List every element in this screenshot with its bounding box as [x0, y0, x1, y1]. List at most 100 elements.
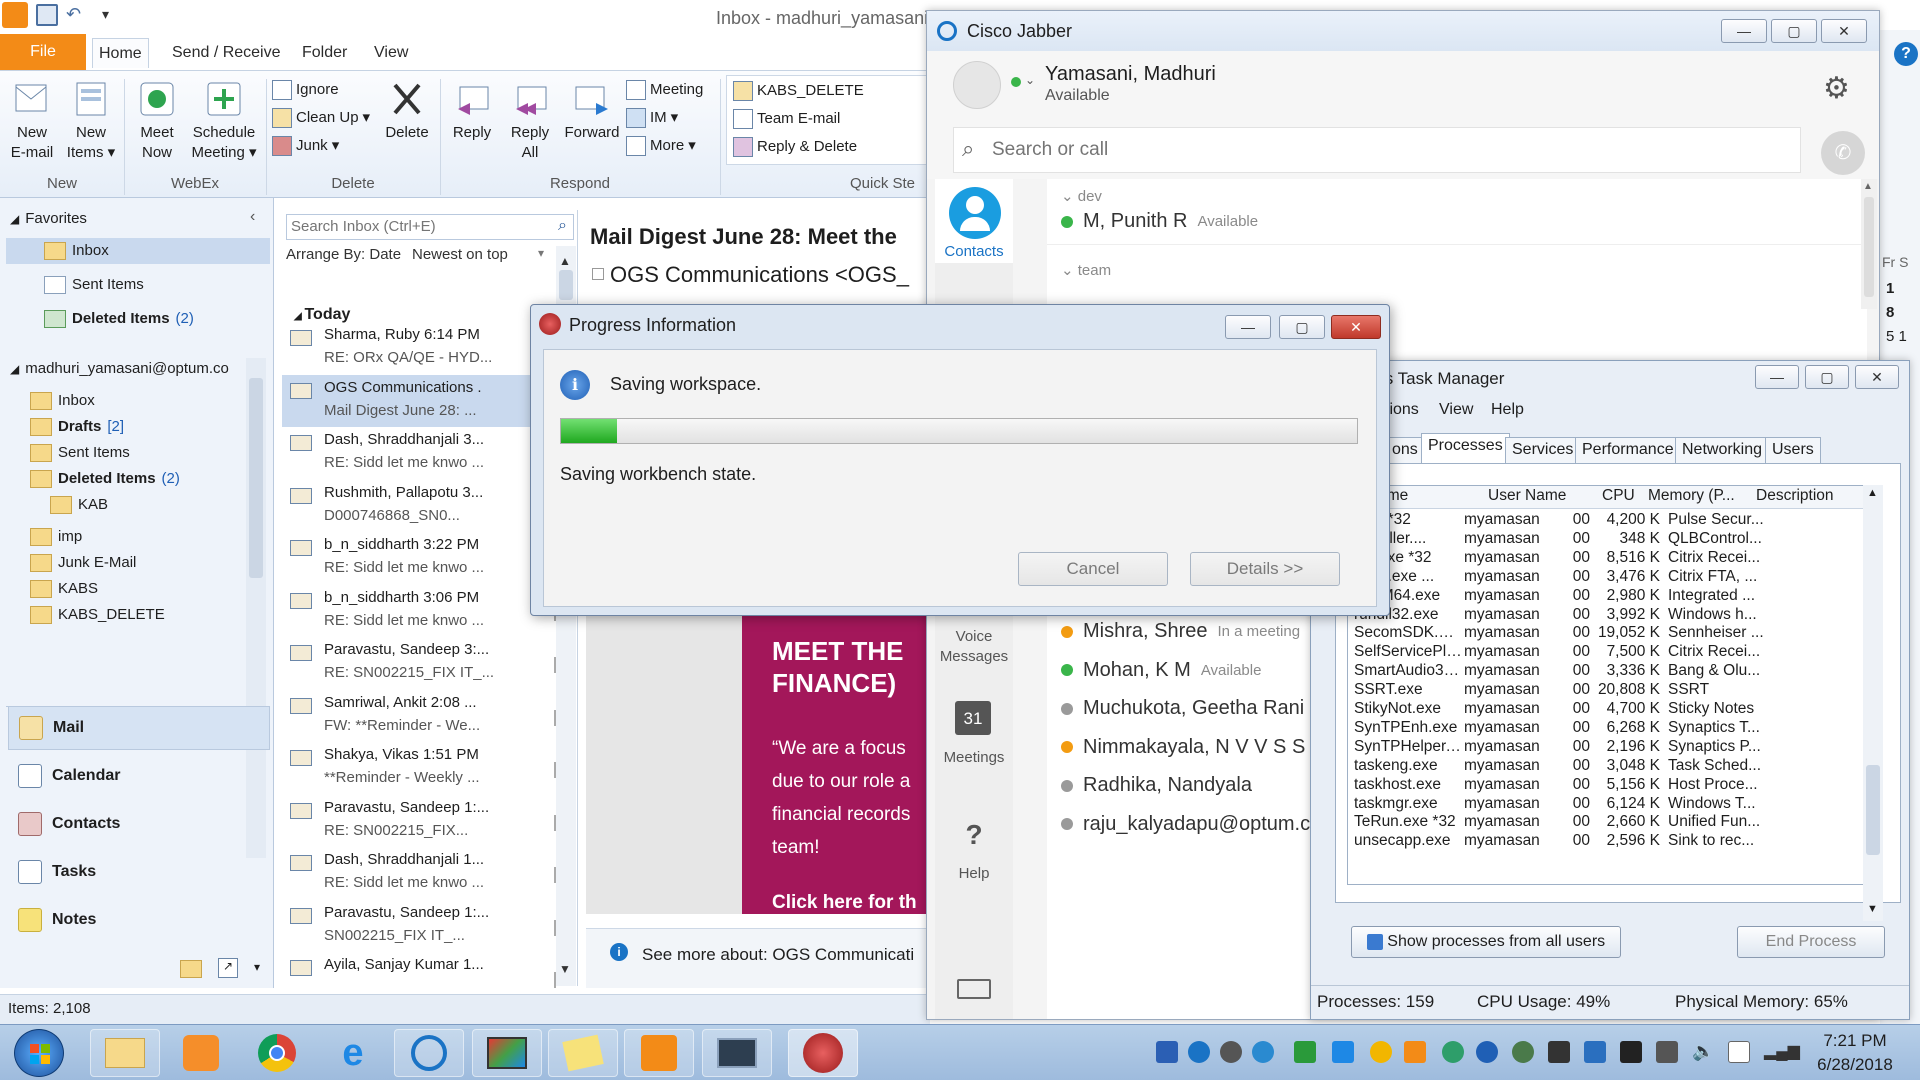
taskbar-media-player[interactable] — [166, 1029, 236, 1077]
tab-performance[interactable]: Performance — [1575, 437, 1681, 463]
show-all-processes-button[interactable]: Show processes from all users — [1351, 926, 1621, 958]
message-row[interactable]: OGS Communications . Mail Digest June 28… — [282, 374, 572, 427]
tray-outlook-icon[interactable] — [1404, 1041, 1426, 1063]
customize-qat-icon[interactable]: ▾ — [102, 6, 109, 23]
meeting-button[interactable]: Meeting — [626, 77, 703, 103]
message-row[interactable]: Rushmith, Pallapotu 3... D000746868_SN0.… — [282, 480, 572, 532]
taskbar-internet-explorer[interactable]: e — [318, 1029, 388, 1077]
tray-display-icon[interactable] — [1584, 1041, 1606, 1063]
folder-item[interactable]: Inbox — [30, 388, 101, 414]
tray-security-icon[interactable] — [1370, 1041, 1392, 1063]
minimize-button[interactable]: — — [1721, 19, 1767, 43]
calendar-date[interactable]: 8 — [1886, 304, 1894, 321]
col-description[interactable]: Description — [1756, 487, 1876, 505]
taskbar-outlook[interactable] — [624, 1029, 694, 1077]
end-process-button[interactable]: End Process — [1737, 926, 1885, 958]
user-status[interactable]: Available — [1045, 87, 1110, 105]
favorites-header[interactable]: ◢ Favorites — [10, 206, 87, 232]
click-here-link[interactable]: Click here for th — [772, 892, 917, 914]
tray-clock[interactable]: 7:21 PM 6/28/2018 — [1800, 1031, 1910, 1075]
tray-monitor-icon[interactable] — [1656, 1041, 1678, 1063]
nav-calendar[interactable]: Calendar — [8, 754, 270, 798]
tab-home[interactable]: Home — [92, 38, 149, 68]
arrange-by[interactable]: Arrange By: Date — [286, 246, 401, 263]
rail-contacts[interactable]: Contacts — [935, 179, 1013, 263]
tray-signal-icon[interactable]: ▂▄▆ — [1764, 1041, 1800, 1063]
taskbar-explorer[interactable] — [90, 1029, 160, 1077]
configure-buttons-icon[interactable]: ▾ — [254, 960, 260, 974]
tab-networking[interactable]: Networking — [1675, 437, 1770, 463]
tab-users[interactable]: Users — [1765, 437, 1821, 463]
calendar-icon[interactable]: 31 — [955, 701, 991, 735]
menu-options[interactable]: tions — [1385, 401, 1419, 425]
message-row[interactable]: Shakya, Vikas 1:51 PM **Reminder - Weekly… — [282, 742, 572, 794]
message-row[interactable]: Paravastu, Sandeep 1:... SN002215_FIX IT… — [282, 900, 572, 952]
new-items-button[interactable]: New Items ▾ — [64, 79, 118, 163]
rail-voice-messages[interactable]: Voice Messages — [935, 627, 1013, 667]
call-phone-icon[interactable]: ✆ — [1821, 131, 1865, 175]
tray-shield-icon[interactable] — [1156, 1041, 1178, 1063]
folder-item[interactable]: KAB — [50, 492, 114, 518]
tab-send-receive[interactable]: Send / Receive — [166, 38, 287, 68]
col-user-name[interactable]: User Name — [1488, 487, 1588, 505]
taskbar-jabber[interactable] — [394, 1029, 464, 1077]
sender-checkbox[interactable] — [592, 268, 604, 280]
contact-row[interactable]: M, Punith R Available — [1047, 199, 1867, 245]
folder-item[interactable]: Deleted Items (2) — [30, 466, 180, 492]
jabber-search-input[interactable] — [992, 136, 1772, 164]
folder-item[interactable]: imp — [30, 524, 88, 550]
minimize-button[interactable]: — — [1755, 365, 1799, 389]
calendar-date[interactable]: 1 — [1886, 280, 1894, 297]
delete-button[interactable]: Delete — [380, 79, 434, 143]
quick-step-kabs-delete[interactable]: KABS_DELETE — [733, 78, 864, 104]
tray-audio-device-icon[interactable] — [1620, 1041, 1642, 1063]
avatar[interactable] — [953, 61, 1001, 109]
tray-citrix-icon[interactable] — [1220, 1041, 1242, 1063]
message-row[interactable]: Paravastu, Sandeep 3:... RE: SN002215_FI… — [282, 637, 572, 689]
tray-battery-icon[interactable] — [1294, 1041, 1316, 1063]
folder-item[interactable]: KABS — [30, 576, 104, 602]
col-memory[interactable]: Memory (P... — [1648, 487, 1738, 505]
fav-sent-items[interactable]: Sent Items — [44, 272, 144, 298]
tray-power-icon[interactable] — [1728, 1041, 1750, 1063]
folder-list-icon[interactable] — [180, 960, 202, 978]
taskbar-eclipse[interactable] — [788, 1029, 858, 1077]
tab-services[interactable]: Services — [1505, 437, 1581, 463]
tray-sync-icon[interactable] — [1442, 1041, 1464, 1063]
contact-list-scrollbar[interactable]: ▲ — [1861, 179, 1877, 309]
maximize-button[interactable]: ▢ — [1805, 365, 1849, 389]
message-row[interactable]: Dash, Shraddhanjali 1... RE: Sidd let me… — [282, 847, 572, 899]
save-icon[interactable] — [36, 4, 58, 26]
start-button[interactable] — [14, 1029, 64, 1077]
sort-dropdown-icon[interactable]: ▾ — [538, 246, 544, 260]
message-row[interactable]: Dash, Shraddhanjali 3... RE: Sidd let me… — [282, 427, 572, 479]
fav-inbox[interactable]: Inbox — [6, 238, 270, 264]
screen-share-icon[interactable] — [957, 979, 991, 999]
schedule-meeting-button[interactable]: Schedule Meeting ▾ — [186, 79, 262, 163]
close-button[interactable]: ✕ — [1331, 315, 1381, 339]
tab-view[interactable]: View — [368, 38, 414, 68]
clean-up-button[interactable]: Clean Up ▾ — [272, 105, 370, 131]
tab-folder[interactable]: Folder — [296, 38, 353, 68]
help-icon[interactable]: ? — [935, 819, 1013, 851]
sort-order[interactable]: Newest on top — [412, 246, 508, 263]
rail-help-label[interactable]: Help — [935, 865, 1013, 882]
new-email-button[interactable]: New E-mail — [6, 79, 58, 163]
message-row[interactable]: b_n_siddharth 3:22 PM RE: Sidd let me knw… — [282, 532, 572, 584]
search-inbox-field[interactable]: ⌕ — [286, 214, 574, 240]
nav-contacts[interactable]: Contacts — [8, 802, 270, 846]
taskbar-sticky-notes[interactable] — [548, 1029, 618, 1077]
ignore-button[interactable]: Ignore — [272, 77, 339, 103]
folder-item[interactable]: Junk E-Mail — [30, 550, 142, 576]
tray-vpn-icon[interactable] — [1476, 1041, 1498, 1063]
calendar-date[interactable]: 5 1 — [1886, 328, 1907, 345]
tray-volume-icon[interactable]: 🔈 — [1692, 1041, 1714, 1063]
tray-windows-icon[interactable] — [1332, 1041, 1354, 1063]
shortcuts-icon[interactable]: ↗ — [218, 958, 238, 978]
jabber-search-field[interactable]: ⌕ — [953, 127, 1801, 173]
settings-gear-icon[interactable]: ⚙ — [1823, 71, 1850, 106]
folder-item[interactable]: Sent Items — [30, 440, 136, 466]
folder-item[interactable]: Drafts [2] — [30, 414, 124, 440]
taskbar-paint[interactable] — [472, 1029, 542, 1077]
menu-help[interactable]: Help — [1491, 401, 1524, 425]
